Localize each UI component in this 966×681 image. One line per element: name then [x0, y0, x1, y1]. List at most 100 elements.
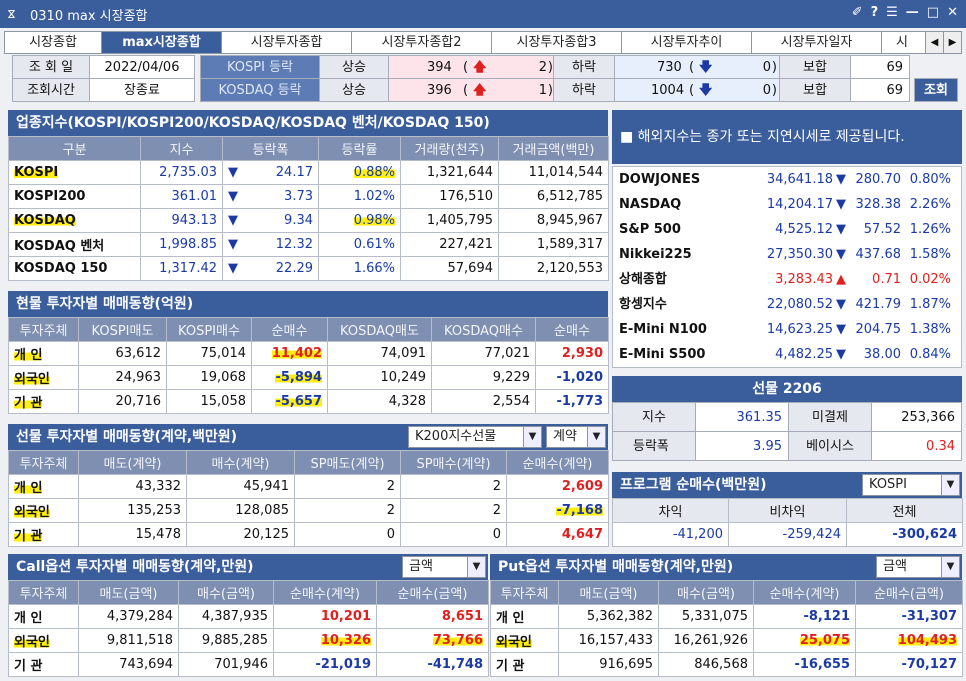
down-arrow-icon: ▼: [228, 213, 238, 228]
col-header: 투자주체: [8, 450, 79, 475]
world-index-name: NASDAQ: [619, 197, 682, 212]
table-row[interactable]: 외국인 9,811,518 9,885,285 10,326 73,766: [8, 628, 489, 653]
kospi-buy: 19,068: [166, 365, 252, 390]
table-row[interactable]: 외국인 135,253 128,085 2 2 -7,168: [8, 498, 609, 523]
world-index-value: 34,641.18: [766, 172, 833, 187]
window-title: 0310 max 시장종합: [30, 8, 148, 24]
kosdaq-buy: 77,021: [431, 341, 536, 366]
tab-market-investment-2[interactable]: 시장투자종합2: [352, 32, 492, 53]
table-row[interactable]: 기 관 916,695 846,568 -16,655 -70,127: [490, 652, 963, 677]
call-unit-select[interactable]: 금액 ▼: [402, 556, 486, 578]
index-rate: 0.98%: [318, 208, 401, 233]
col-header: 거래량(천주): [400, 136, 499, 161]
program-nonarbitrage-value: -259,424: [728, 522, 847, 547]
table-row[interactable]: 개 인 43,332 45,941 2 2 2,609: [8, 474, 609, 499]
index-table: 구분 지수 등락폭 등락률 거래량(천주) 거래금액(백만) KOSPI 2,73…: [8, 136, 609, 281]
date-field[interactable]: 2022/04/06: [89, 55, 195, 79]
table-row[interactable]: KOSPI 2,735.03 ▼ 24.17 0.88% 1,321,644 11,014,…: [8, 160, 609, 185]
world-index-row[interactable]: NASDAQ 14,204.17 ▼ 328.38 2.26%: [613, 192, 961, 217]
tab-market-investment[interactable]: 시장투자종합: [222, 32, 352, 53]
table-row[interactable]: 외국인 16,157,433 16,261,926 25,075 104,493: [490, 628, 963, 653]
down-arrow-icon: ▼: [836, 172, 846, 187]
kosdaq-breadth-label: KOSDAQ 등락: [200, 78, 320, 102]
futures-type-select[interactable]: K200지수선물 ▼: [408, 426, 542, 448]
table-row[interactable]: 기 관 20,716 15,058 -5,657 4,328 2,554 -1,773: [8, 389, 609, 414]
net-amount: -31,307: [855, 604, 963, 629]
chevron-down-icon: ▼: [523, 427, 541, 447]
tab-market-investment-trend[interactable]: 시장투자추이: [622, 32, 752, 53]
tab-next-icon[interactable]: ▶: [943, 32, 961, 53]
index-name: KOSDAQ: [8, 208, 141, 233]
table-row[interactable]: KOSDAQ 943.13 ▼ 9.34 0.98% 1,405,795 8,945,967: [8, 208, 609, 233]
world-index-row[interactable]: E-Mini N100 14,623.25 ▼ 204.75 1.38%: [613, 317, 961, 342]
net-amount: 104,493: [855, 628, 963, 653]
col-header: 등락폭: [222, 136, 319, 161]
tab-more[interactable]: 시: [882, 32, 922, 53]
spot-panel-title: 현물 투자자별 매매동향(억원): [8, 291, 608, 317]
pin-icon[interactable]: ⴵ: [8, 8, 24, 21]
table-row[interactable]: 개 인 4,379,284 4,387,935 10,201 8,651: [8, 604, 489, 629]
col-header: 투자주체: [8, 580, 79, 605]
minimize-icon[interactable]: —: [906, 5, 919, 20]
tab-prev-icon[interactable]: ◀: [925, 32, 943, 53]
tab-bar: 시장종합 max시장종합 시장투자종합 시장투자종합2 시장투자종합3 시장투자…: [4, 31, 962, 54]
kospi-net: -5,657: [251, 389, 328, 414]
down-arrow-icon: ▼: [836, 347, 846, 362]
program-market-select[interactable]: KOSPI ▼: [862, 474, 960, 496]
tab-market-investment-3[interactable]: 시장투자종합3: [492, 32, 622, 53]
index-name: KOSDAQ 150: [8, 256, 141, 281]
put-unit-select[interactable]: 금액 ▼: [876, 556, 960, 578]
fall-label: 하락: [553, 78, 615, 102]
col-header: 매수(금액): [178, 580, 274, 605]
world-index-row[interactable]: 항셍지수 22,080.52 ▼ 421.79 1.87%: [613, 292, 961, 317]
kospi-flat-value: 69: [850, 55, 910, 79]
kosdaq-sell: 74,091: [327, 341, 432, 366]
investor-name: 개 인: [8, 341, 79, 366]
table-row[interactable]: 개 인 63,612 75,014 11,402 74,091 77,021 2,930: [8, 341, 609, 366]
world-index-row[interactable]: E-Mini S500 4,482.25 ▼ 38.00 0.84%: [613, 342, 961, 367]
index-name: KOSDAQ 벤처: [8, 232, 141, 257]
table-row[interactable]: 기 관 743,694 701,946 -21,019 -41,748: [8, 652, 489, 677]
kospi-net: -5,894: [251, 365, 328, 390]
sell-amount: 916,695: [558, 652, 659, 677]
world-index-change: 437.68: [855, 247, 902, 262]
close-icon[interactable]: ✕: [947, 5, 958, 20]
pen-icon[interactable]: ✐: [852, 5, 863, 20]
index-change: ▼ 9.34: [222, 208, 319, 233]
net-contracts: 4,647: [506, 522, 609, 547]
world-index-list: DOWJONES 34,641.18 ▼ 280.70 0.80% NASDAQ 14,20…: [612, 166, 962, 368]
tab-market-investment-daily[interactable]: 시장투자일자: [752, 32, 882, 53]
world-index-change: 328.38: [855, 197, 902, 212]
sell-amount: 743,694: [78, 652, 179, 677]
kospi-breadth-label: KOSPI 등락: [200, 55, 320, 79]
fut-change-value: ▼3.95: [695, 431, 789, 461]
call-table: 투자주체 매도(금액) 매수(금액) 순매수(계약) 순매수(금액) 개 인 4,…: [8, 580, 489, 677]
maximize-icon[interactable]: □: [927, 5, 939, 20]
sp-buy: 2: [400, 474, 507, 499]
help-icon[interactable]: ?: [871, 5, 879, 20]
futures-unit-select[interactable]: 계약 ▼: [546, 426, 606, 448]
table-row[interactable]: 개 인 5,362,382 5,331,075 -8,121 -31,307: [490, 604, 963, 629]
world-index-change: 0.71: [872, 272, 901, 287]
table-row[interactable]: 기 관 15,478 20,125 0 0 4,647: [8, 522, 609, 547]
spot-table: 투자주체 KOSPI매도 KOSPI매수 순매수 KOSDAQ매도 KOSDAQ…: [8, 317, 609, 414]
table-row[interactable]: 외국인 24,963 19,068 -5,894 10,249 9,229 -1,020: [8, 365, 609, 390]
table-row[interactable]: KOSDAQ 벤처 1,998.85 ▼ 12.32 0.61% 227,421 1,589…: [8, 232, 609, 257]
table-row[interactable]: KOSDAQ 150 1,317.42 ▼ 22.29 1.66% 57,694 2,120…: [8, 256, 609, 281]
world-index-row[interactable]: Nikkei225 27,350.30 ▼ 437.68 1.58%: [613, 242, 961, 267]
kosdaq-fall-value: 1004(🡇 0): [614, 78, 780, 102]
table-row[interactable]: KOSPI200 361.01 ▼ 3.73 1.02% 176,510 6,512,785: [8, 184, 609, 209]
fut2206-title: 선물 2206: [612, 376, 962, 402]
down-arrow-icon: 🡇: [699, 60, 713, 75]
menu-icon[interactable]: ☰: [886, 5, 898, 20]
world-index-row[interactable]: S&P 500 4,525.12 ▼ 57.52 1.26%: [613, 217, 961, 242]
investor-name: 개 인: [490, 604, 559, 629]
tab-market-summary[interactable]: 시장종합: [5, 32, 102, 53]
tab-max-market-summary[interactable]: max시장종합: [102, 32, 222, 53]
query-button[interactable]: 조회: [914, 78, 958, 102]
col-header: 매수(계약): [186, 450, 295, 475]
kospi-buy: 15,058: [166, 389, 252, 414]
world-index-row[interactable]: DOWJONES 34,641.18 ▼ 280.70 0.80%: [613, 167, 961, 192]
world-index-value: 14,623.25: [766, 322, 833, 337]
world-index-row[interactable]: 상해종합 3,283.43 ▲ 0.71 0.02%: [613, 267, 961, 292]
